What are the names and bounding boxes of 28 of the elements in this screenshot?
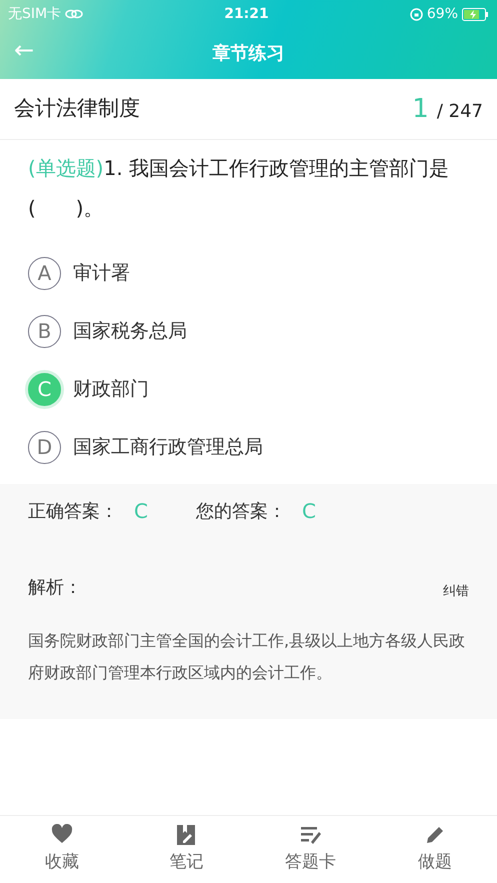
report-error-link[interactable]: 纠错 [443,582,469,601]
page-title: 章节练习 [212,42,284,66]
clock-text: 21:21 [224,4,269,24]
your-answer-label: 您的答案： [196,500,286,524]
analysis-text: 国务院财政部门主管全国的会计工作,县级以上地方各级人民政府财政部门管理本行政区域内的会计工作。 [28,630,466,684]
your-answer-value: C [302,498,316,525]
answer-option[interactable]: C 财政部门 [0,360,497,418]
tab-bar-item[interactable]: 笔记 [124,822,248,876]
battery-icon [462,8,489,20]
notebook-icon [175,824,198,846]
tab-bar-item[interactable]: 答题卡 [248,822,373,876]
question-text: (单选题)1. 我国会计工作行政管理的主管部门是( )。 [27,155,450,222]
correct-answer-value: C [134,498,148,525]
total-count: / 247 [436,100,483,124]
tab-bar-item[interactable]: 做题 [372,822,497,876]
heart-icon [51,824,74,846]
battery-text: 69% [426,4,458,24]
tab-bar-item[interactable]: 收藏 [0,822,124,876]
subject-title: 会计法律制度 [14,95,140,122]
carrier-text: 无SIM卡 [8,4,62,24]
analysis-label: 解析： [28,576,82,600]
link-icon [65,9,84,19]
current-number: 1 [412,92,429,126]
answer-option[interactable]: D 国家工商行政管理总局 [0,418,497,476]
correct-answer-label: 正确答案： [28,500,118,524]
answer-option[interactable]: B 国家税务总局 [0,302,497,360]
rotation-lock-icon [410,8,423,20]
answer-option[interactable]: A 审计署 [0,244,497,302]
